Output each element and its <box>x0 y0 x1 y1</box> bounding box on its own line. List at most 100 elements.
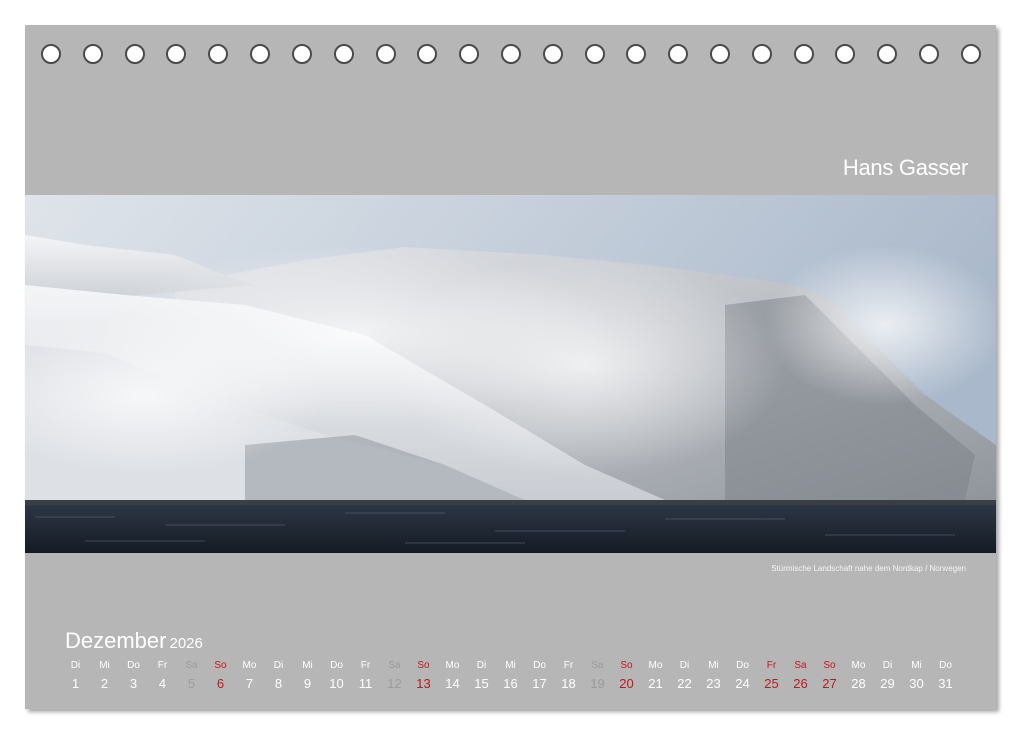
day-number: 19 <box>590 676 605 691</box>
day-number: 29 <box>880 676 895 691</box>
day-number: 8 <box>274 676 283 691</box>
day-number: 14 <box>445 676 460 691</box>
binding-hole <box>82 44 103 64</box>
day-number: 23 <box>706 676 721 691</box>
weekday-label: Fr <box>563 660 574 671</box>
calendar-day: Di 29 <box>873 660 902 693</box>
weekday-label: Do <box>533 660 546 671</box>
day-number: 24 <box>735 676 750 691</box>
day-number: 2 <box>100 676 109 691</box>
photo-illustration <box>25 195 996 553</box>
day-number: 28 <box>851 676 866 691</box>
calendar-day: Mi 9 <box>293 660 322 693</box>
binding-hole <box>250 44 271 64</box>
day-number: 12 <box>387 676 402 691</box>
weekday-label: Sa <box>388 660 401 671</box>
weekday-label: Fr <box>360 660 371 671</box>
calendar-day: Do 3 <box>119 660 148 693</box>
weekday-label: Do <box>127 660 140 671</box>
calendar-day: Do 24 <box>728 660 757 693</box>
weekday-label: Sa <box>185 660 198 671</box>
binding-hole <box>124 44 145 64</box>
binding-hole <box>835 44 856 64</box>
weekday-label: Do <box>330 660 343 671</box>
day-number: 7 <box>245 676 254 691</box>
calendar-day: Fr 4 <box>148 660 177 693</box>
day-number: 6 <box>216 676 225 691</box>
day-number: 21 <box>648 676 663 691</box>
binding-hole <box>960 44 981 64</box>
weekday-label: Mi <box>302 660 313 671</box>
day-number: 26 <box>793 676 808 691</box>
weekday-label: Di <box>70 660 81 671</box>
calendar-day: Mi 23 <box>699 660 728 693</box>
weekday-label: Di <box>882 660 893 671</box>
binding-hole <box>751 44 772 64</box>
calendar-day: Mi 2 <box>90 660 119 693</box>
weekday-label: Sa <box>591 660 604 671</box>
weekday-label: Fr <box>766 660 777 671</box>
weekday-label: Sa <box>794 660 807 671</box>
calendar-day: So 20 <box>612 660 641 693</box>
weekday-label: So <box>823 660 836 671</box>
calendar-day: Fr 11 <box>351 660 380 693</box>
calendar-day: Fr 18 <box>554 660 583 693</box>
calendar-day: Mo 7 <box>235 660 264 693</box>
calendar-day: Mi 30 <box>902 660 931 693</box>
weekday-label: Mi <box>911 660 922 671</box>
day-number: 31 <box>938 676 953 691</box>
day-number: 16 <box>503 676 518 691</box>
binding-hole <box>542 44 563 64</box>
day-number: 17 <box>532 676 547 691</box>
day-number: 4 <box>158 676 167 691</box>
day-number: 1 <box>71 676 80 691</box>
calendar-day: Mo 14 <box>438 660 467 693</box>
weekday-label: Di <box>679 660 690 671</box>
day-number: 11 <box>358 676 373 691</box>
binding-hole <box>584 44 605 64</box>
photo-caption: Stürmische Landschaft nahe dem Nordkap /… <box>771 564 966 573</box>
weekday-label: Do <box>736 660 749 671</box>
weekday-label: Mo <box>445 660 460 671</box>
calendar-day: Sa 5 <box>177 660 206 693</box>
weekday-label: Fr <box>157 660 168 671</box>
calendar-day: Di 15 <box>467 660 496 693</box>
calendar-day: Do 31 <box>931 660 960 693</box>
day-number: 15 <box>474 676 489 691</box>
calendar-day: Mo 28 <box>844 660 873 693</box>
binding-hole <box>333 44 354 64</box>
weekday-label: Mi <box>708 660 719 671</box>
landscape-photo <box>25 195 996 553</box>
binding-hole <box>208 44 229 64</box>
binding-hole <box>291 44 312 64</box>
binding-hole <box>375 44 396 64</box>
weekday-label: Mi <box>99 660 110 671</box>
weekday-label: So <box>417 660 430 671</box>
calendar-strip: Di 1 Mi 2 Do 3 Fr 4 Sa 5 So 6 Mo 7 Di 8 Mi 9 Do 10 Fr 11 Sa 12 S… <box>61 660 960 693</box>
weekday-label: Mi <box>505 660 516 671</box>
day-number: 30 <box>909 676 924 691</box>
day-number: 25 <box>764 676 779 691</box>
author-name: Hans Gasser <box>842 155 968 180</box>
binding-hole <box>459 44 480 64</box>
binding-hole <box>710 44 730 64</box>
day-number: 20 <box>619 676 634 691</box>
binding-hole <box>919 44 940 64</box>
binding-hole <box>500 44 521 64</box>
binding-hole <box>668 44 689 64</box>
day-number: 13 <box>416 676 431 691</box>
day-number: 10 <box>329 676 344 691</box>
day-number: 9 <box>303 676 312 691</box>
calendar-day: Sa 19 <box>583 660 612 693</box>
calendar-day: So 27 <box>815 660 844 693</box>
binding-hole <box>877 44 898 64</box>
binding-hole <box>626 44 647 64</box>
calendar-day: Di 8 <box>264 660 293 693</box>
calendar-day: Sa 12 <box>380 660 409 693</box>
day-number: 22 <box>677 676 692 691</box>
weekday-label: Mo <box>851 660 866 671</box>
month-year: 2026 <box>169 635 203 652</box>
weekday-label: Di <box>273 660 284 671</box>
calendar-page: Hans Gasser Stürmische Landschaft nahe d… <box>25 25 996 709</box>
weekday-label: So <box>214 660 227 671</box>
